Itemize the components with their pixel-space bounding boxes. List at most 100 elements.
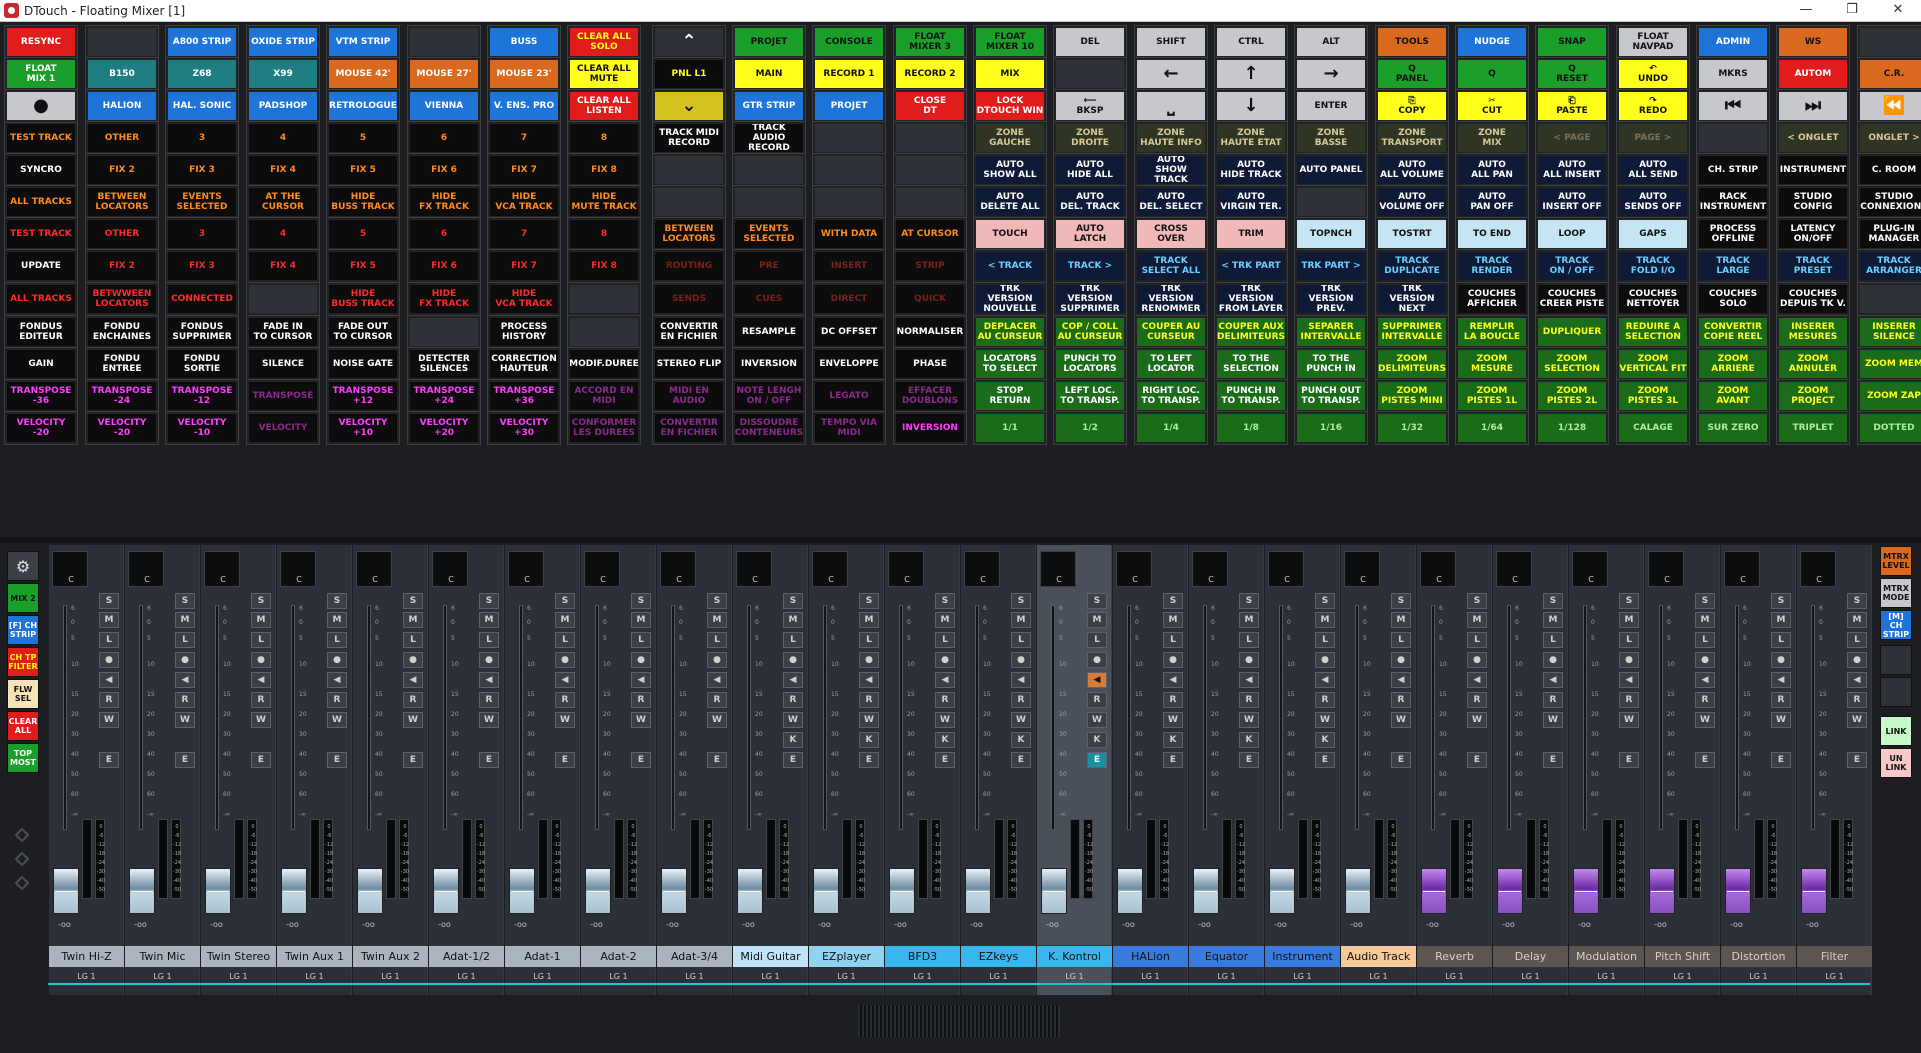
grid-button[interactable]: ACCORD EN MIDI [567, 379, 641, 413]
grid-button[interactable]: HIDE FX TRACK [407, 282, 481, 316]
grid-button[interactable]: < PAGE [1535, 121, 1609, 155]
grid-button[interactable]: FLOAT MIXER 10 [973, 25, 1047, 59]
fader-handle[interactable] [813, 868, 839, 914]
grid-button[interactable]: 1/16 [1294, 411, 1368, 445]
pan-knob[interactable]: C [1496, 551, 1532, 587]
grid-button[interactable]: ZOOM SELECTION [1535, 347, 1609, 381]
grid-button[interactable]: ZOOM VERTICAL FIT [1616, 347, 1690, 381]
strip-button-1[interactable]: M [1847, 612, 1867, 628]
grid-button[interactable]: COP / COLL AU CURSEUR [1053, 315, 1127, 349]
strip-button-6[interactable]: W [631, 712, 651, 728]
fader-handle[interactable] [889, 868, 915, 914]
channel-name[interactable]: HALion [1113, 945, 1188, 967]
grid-button[interactable] [1294, 185, 1368, 219]
right-panel-button[interactable]: LINK [1880, 716, 1912, 746]
strip-button-3[interactable]: ● [1315, 652, 1335, 668]
grid-button[interactable]: ADMIN [1696, 25, 1770, 59]
strip-button-5[interactable]: R [1391, 692, 1411, 708]
pan-knob[interactable]: C [1420, 551, 1456, 587]
grid-button[interactable]: AUTO ALL VOLUME [1375, 153, 1449, 187]
strip-button-6[interactable]: W [327, 712, 347, 728]
grid-button[interactable]: REDUIRE A SELECTION [1616, 315, 1690, 349]
grid-button[interactable]: ⟵ BKSP [1053, 89, 1127, 123]
grid-button[interactable]: FONDUS SUPPRIMER [165, 315, 239, 349]
grid-button[interactable]: AT CURSOR [893, 217, 967, 251]
strip-button-4[interactable]: ◀ [555, 672, 575, 688]
grid-button[interactable]: SILENCE [246, 347, 320, 381]
pan-knob[interactable]: C [660, 551, 696, 587]
grid-button[interactable]: 4 [246, 121, 320, 155]
grid-button[interactable]: FADE IN TO CURSOR [246, 315, 320, 349]
left-panel-button[interactable]: MIX 2 [7, 583, 39, 613]
grid-button[interactable]: CLOSE DT [893, 89, 967, 123]
left-panel-button[interactable]: [F] CH STRIP [7, 615, 39, 645]
grid-button[interactable]: TRACK SELECT ALL [1134, 249, 1208, 283]
grid-button[interactable]: TRK PART > [1294, 249, 1368, 283]
grid-button[interactable]: FIX 3 [165, 249, 239, 283]
strip-button-3[interactable]: ● [1543, 652, 1563, 668]
grid-button[interactable]: CONVERTIR EN FICHIER [652, 315, 726, 349]
grid-button[interactable]: FADE OUT TO CURSOR [326, 315, 400, 349]
grid-button[interactable]: TO THE SELECTION [1214, 347, 1288, 381]
strip-button-8[interactable]: E [251, 752, 271, 768]
strip-button-3[interactable]: ● [1771, 652, 1791, 668]
grid-button[interactable]: CONVERTIR COPIE REEL [1696, 315, 1770, 349]
grid-button[interactable]: PUNCH TO LOCATORS [1053, 347, 1127, 381]
grid-button[interactable]: ZOOM AVANT [1696, 379, 1770, 413]
strip-button-5[interactable]: R [175, 692, 195, 708]
grid-button[interactable]: ↓ [1214, 89, 1288, 123]
grid-button[interactable]: TEST TRACK [4, 121, 78, 155]
pan-knob[interactable]: C [1724, 551, 1760, 587]
grid-button[interactable]: AUTOM [1776, 57, 1850, 91]
grid-button[interactable]: AUTO ALL PAN [1455, 153, 1529, 187]
strip-button-6[interactable]: W [1239, 712, 1259, 728]
strip-button-7[interactable]: K [1163, 732, 1183, 748]
grid-button[interactable]: ⎵ [1134, 89, 1208, 123]
close-window-button[interactable]: ✕ [1875, 0, 1921, 22]
strip-button-3[interactable]: ● [175, 652, 195, 668]
grid-button[interactable]: CONVERTIR EN FICHIER [652, 411, 726, 445]
strip-button-0[interactable]: S [251, 593, 271, 609]
channel-name[interactable]: Filter [1797, 945, 1872, 967]
strip-button-7[interactable]: K [935, 732, 955, 748]
grid-button[interactable]: EVENTS SELECTED [165, 185, 239, 219]
strip-button-2[interactable]: L [1087, 632, 1107, 648]
grid-button[interactable]: MIX [973, 57, 1047, 91]
grid-button[interactable]: COUPER AU CURSEUR [1134, 315, 1208, 349]
fader-handle[interactable] [1269, 868, 1295, 914]
grid-button[interactable]: → [1294, 57, 1368, 91]
grid-button[interactable]: TRANSPOSE -36 [4, 379, 78, 413]
grid-button[interactable]: FLOAT MIX 1 [4, 57, 78, 91]
strip-button-5[interactable]: R [1087, 692, 1107, 708]
grid-button[interactable]: QUICK [893, 282, 967, 316]
grid-button[interactable]: CTRL [1214, 25, 1288, 59]
pan-knob[interactable]: C [1268, 551, 1304, 587]
grid-button[interactable]: ROUTING [652, 249, 726, 283]
strip-button-1[interactable]: M [99, 612, 119, 628]
strip-button-1[interactable]: M [1391, 612, 1411, 628]
strip-button-4[interactable]: ◀ [99, 672, 119, 688]
channel-name[interactable]: Equator [1189, 945, 1264, 967]
grid-button[interactable]: VELOCITY +30 [487, 411, 561, 445]
right-panel-button[interactable]: MTRX MODE [1880, 578, 1912, 608]
grid-button[interactable]: ZONE DROITE [1053, 121, 1127, 155]
grid-button[interactable]: MOUSE 42' [326, 57, 400, 91]
grid-button[interactable]: INVERSION [893, 411, 967, 445]
pan-knob[interactable]: C [356, 551, 392, 587]
grid-button[interactable]: PROCESS OFFLINE [1696, 217, 1770, 251]
strip-button-3[interactable]: ● [251, 652, 271, 668]
grid-button[interactable]: MODIF.DUREE [567, 347, 641, 381]
strip-button-8[interactable]: E [99, 752, 119, 768]
grid-button[interactable]: ZONE HAUTE ETAT [1214, 121, 1288, 155]
pan-knob[interactable]: C [1648, 551, 1684, 587]
grid-button[interactable] [85, 25, 159, 59]
grid-button[interactable]: HIDE VCA TRACK [487, 282, 561, 316]
grid-button[interactable] [1857, 25, 1921, 59]
grid-button[interactable]: GAPS [1616, 217, 1690, 251]
grid-button[interactable]: CONFORMER LES DUREES [567, 411, 641, 445]
strip-button-6[interactable]: W [1695, 712, 1715, 728]
grid-button[interactable]: ⏪ [1857, 89, 1921, 123]
strip-button-1[interactable]: M [859, 612, 879, 628]
fader-handle[interactable] [433, 868, 459, 914]
grid-button[interactable]: FONDUS EDITEUR [4, 315, 78, 349]
